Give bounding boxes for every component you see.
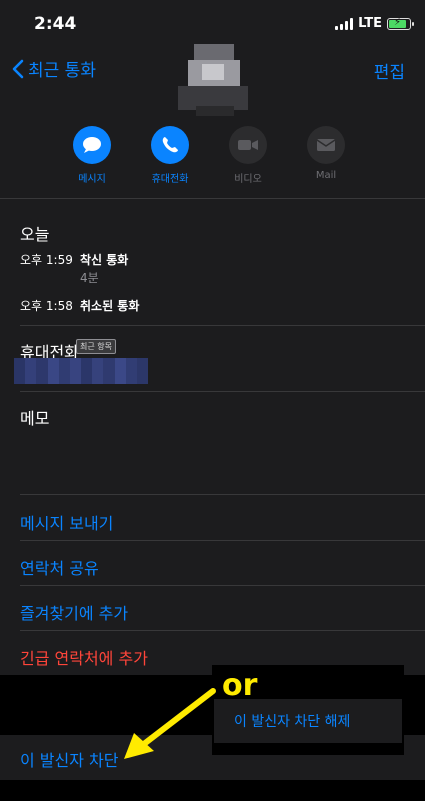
recent-badge: 최근 항목 [76,339,116,354]
chevron-left-icon [12,59,24,78]
send-message-link[interactable]: 메시지 보내기 [20,510,113,534]
back-button[interactable]: 최근 통화 [12,56,96,81]
action-buttons: 메시지 휴대전화 비디오 Mail [72,126,346,185]
calls-title: 오늘 [20,225,50,244]
call-action[interactable]: 휴대전화 [150,126,190,185]
mail-action-label: Mail [315,170,337,181]
bottom-gap [0,780,425,801]
video-action[interactable]: 비디오 [228,126,268,185]
arrow-icon [124,688,216,759]
row-divider [20,585,425,586]
row-divider [20,540,425,541]
share-contact-link[interactable]: 연락처 공유 [20,555,99,579]
section-divider [20,325,425,326]
section-divider [20,494,425,495]
add-favorites-link[interactable]: 즐겨찾기에 추가 [20,600,128,624]
call-time: 오후 1:58 [20,299,73,313]
phone-icon [162,137,178,153]
network-label: LTE [358,16,382,31]
signal-icon [335,17,354,30]
contact-details: 오늘 오후 1:59 착신 통화 4분 오후 1:58 취소된 통화 휴대전화 … [0,199,425,675]
or-annotation: or [222,668,258,703]
row-divider [20,630,425,631]
call-duration: 4분 [80,271,99,285]
phone-number[interactable] [14,358,149,384]
call-action-label: 휴대전화 [151,174,189,185]
memo-label[interactable]: 메모 [20,405,49,429]
mail-action[interactable]: Mail [306,126,346,185]
avatar [178,42,248,118]
block-caller-label: 이 발신자 차단 [20,751,119,770]
unblock-caller-label: 이 발신자 차단 해제 [234,714,351,730]
message-action-label: 메시지 [78,174,106,185]
video-icon [238,140,258,150]
call-type: 착신 통화 [80,253,129,267]
message-action[interactable]: 메시지 [72,126,112,185]
message-icon [83,137,101,153]
mail-icon [316,139,336,151]
status-time: 2:44 [34,14,77,34]
status-icons: LTE ⚡ [335,16,414,31]
header-area: 2:44 LTE ⚡ 최근 통화 편집 메시지 휴대전화 비디오 Mail [0,0,425,198]
back-label: 최근 통화 [28,61,96,81]
contact-screen: 2:44 LTE ⚡ 최근 통화 편집 메시지 휴대전화 비디오 Mail 오늘… [0,0,425,801]
call-type: 취소된 통화 [80,299,140,313]
unblock-caller-row[interactable]: 이 발신자 차단 해제 [214,699,402,743]
video-action-label: 비디오 [234,174,262,185]
section-divider [20,391,425,392]
add-emergency-link[interactable]: 긴급 연락처에 추가 [20,645,148,669]
battery-icon: ⚡ [387,17,414,30]
call-time: 오후 1:59 [20,253,73,267]
edit-button[interactable]: 편집 [374,58,405,83]
